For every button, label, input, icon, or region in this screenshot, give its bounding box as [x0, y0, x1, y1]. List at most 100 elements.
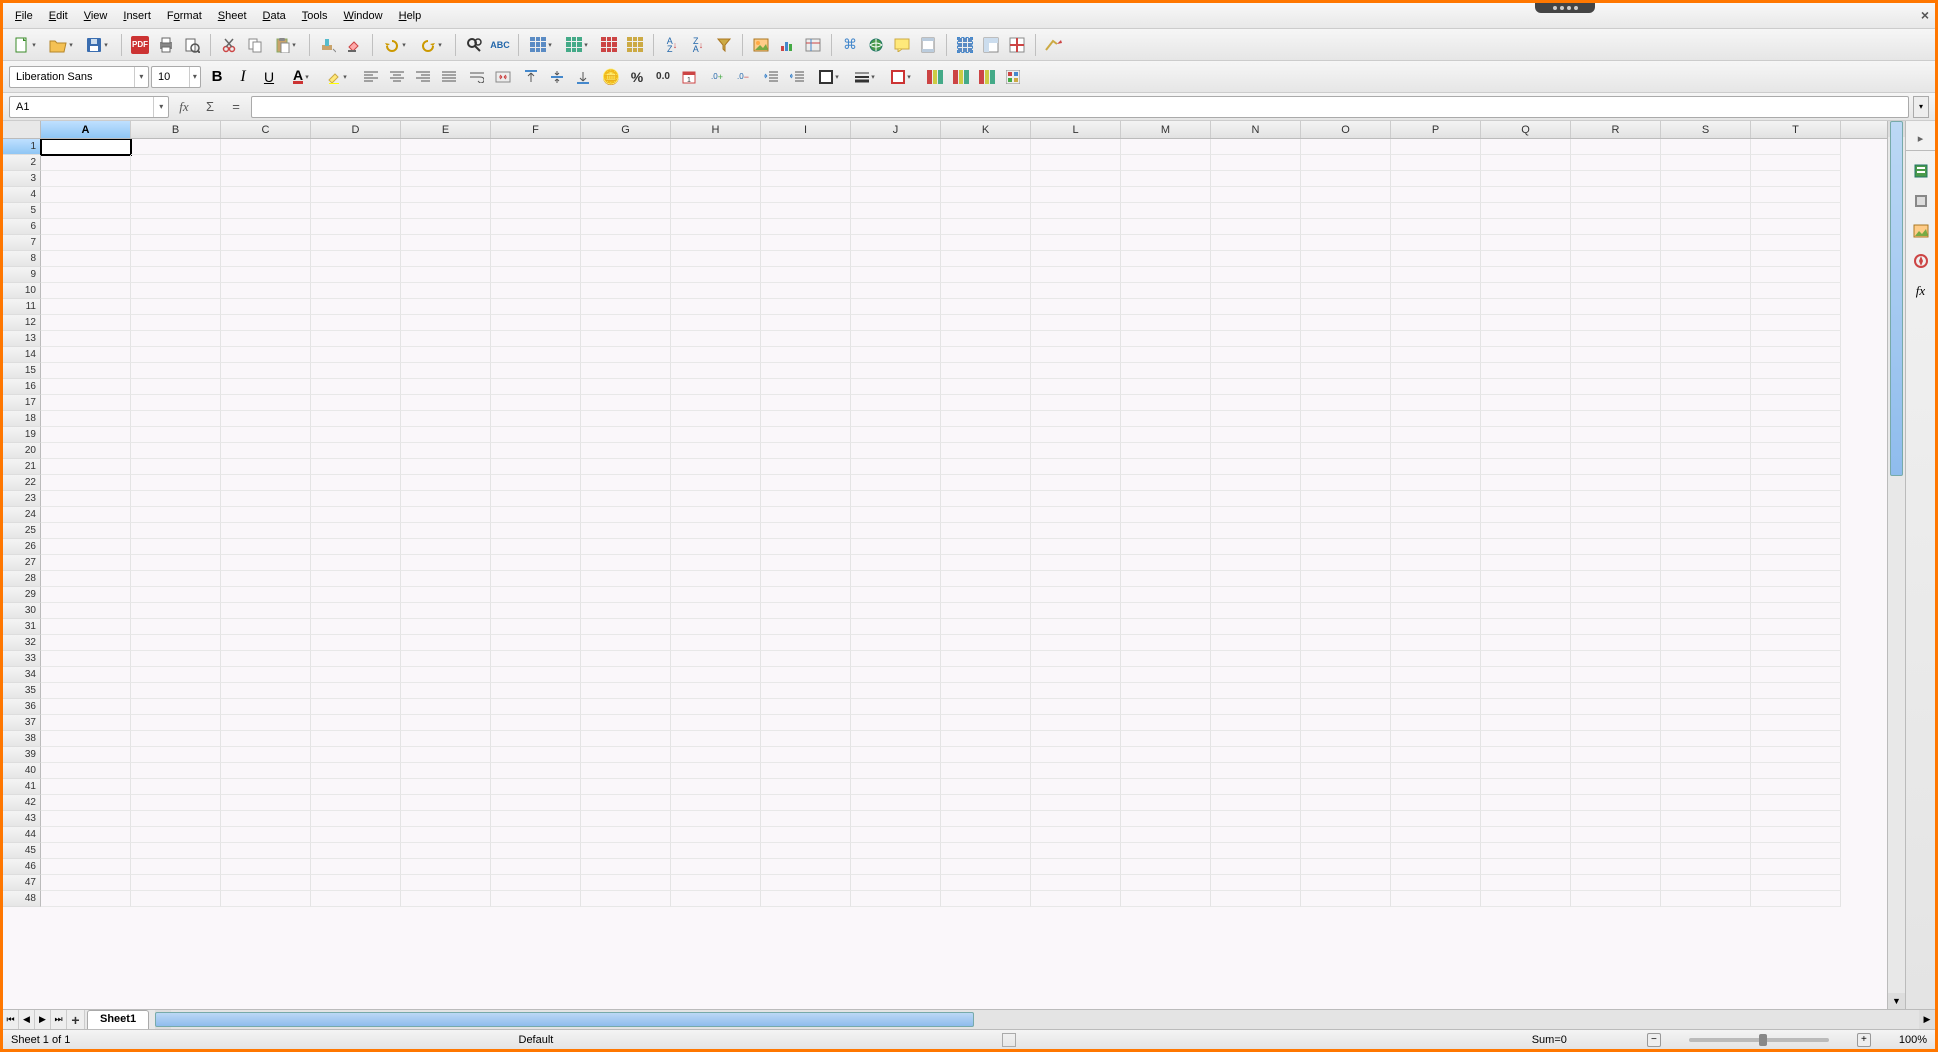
cell[interactable]	[131, 747, 221, 763]
cell[interactable]	[311, 331, 401, 347]
cell[interactable]	[1121, 859, 1211, 875]
cell[interactable]	[1751, 363, 1841, 379]
cell[interactable]	[581, 347, 671, 363]
sidebar-navigator-icon[interactable]	[1911, 251, 1931, 271]
cell[interactable]	[761, 651, 851, 667]
cell[interactable]	[941, 523, 1031, 539]
cell[interactable]	[221, 219, 311, 235]
cell[interactable]	[41, 699, 131, 715]
cell[interactable]	[1391, 283, 1481, 299]
cell[interactable]	[1121, 427, 1211, 443]
cell[interactable]	[1661, 187, 1751, 203]
cell[interactable]	[1031, 235, 1121, 251]
cell[interactable]	[851, 603, 941, 619]
cell[interactable]	[581, 795, 671, 811]
autofilter-button[interactable]	[712, 33, 736, 57]
cell[interactable]	[1481, 747, 1571, 763]
row-header[interactable]: 8	[3, 251, 41, 267]
cell[interactable]	[401, 635, 491, 651]
cell[interactable]	[1121, 843, 1211, 859]
row-header[interactable]: 37	[3, 715, 41, 731]
cell[interactable]	[1391, 619, 1481, 635]
sheet-tab-1[interactable]: Sheet1	[87, 1010, 149, 1029]
cell[interactable]	[851, 539, 941, 555]
cell[interactable]	[581, 491, 671, 507]
column-header[interactable]: E	[401, 121, 491, 138]
cell[interactable]	[41, 619, 131, 635]
cell[interactable]	[671, 587, 761, 603]
align-top-button[interactable]	[519, 65, 543, 89]
row-header[interactable]: 35	[3, 683, 41, 699]
cell[interactable]	[131, 251, 221, 267]
cell[interactable]	[1031, 315, 1121, 331]
row-header[interactable]: 16	[3, 379, 41, 395]
cell[interactable]	[1391, 763, 1481, 779]
row-header[interactable]: 4	[3, 187, 41, 203]
cell[interactable]	[1121, 347, 1211, 363]
cell[interactable]	[311, 763, 401, 779]
cell[interactable]	[941, 379, 1031, 395]
cell[interactable]	[1481, 379, 1571, 395]
cell[interactable]	[1121, 811, 1211, 827]
cell[interactable]	[401, 891, 491, 907]
cell[interactable]	[1301, 859, 1391, 875]
cell[interactable]	[581, 843, 671, 859]
cell[interactable]	[1661, 219, 1751, 235]
cell[interactable]	[401, 779, 491, 795]
cell[interactable]	[221, 203, 311, 219]
cell[interactable]	[1571, 635, 1661, 651]
cell[interactable]	[941, 171, 1031, 187]
cell[interactable]	[1121, 251, 1211, 267]
cell[interactable]	[1031, 203, 1121, 219]
cell[interactable]	[581, 587, 671, 603]
toolbar-drag-handle[interactable]	[1535, 3, 1595, 13]
cell[interactable]	[1751, 395, 1841, 411]
cell[interactable]	[1031, 795, 1121, 811]
cell[interactable]	[1751, 491, 1841, 507]
cell[interactable]	[1571, 571, 1661, 587]
row-header[interactable]: 6	[3, 219, 41, 235]
cell[interactable]	[941, 571, 1031, 587]
cell[interactable]	[761, 731, 851, 747]
cell[interactable]	[1571, 379, 1661, 395]
cell[interactable]	[1211, 827, 1301, 843]
cell[interactable]	[491, 715, 581, 731]
cell[interactable]	[851, 411, 941, 427]
cell[interactable]	[1751, 827, 1841, 843]
cell[interactable]	[1661, 443, 1751, 459]
cell[interactable]	[1301, 155, 1391, 171]
cell[interactable]	[131, 779, 221, 795]
cell[interactable]	[41, 859, 131, 875]
cell[interactable]	[671, 891, 761, 907]
cell[interactable]	[1031, 459, 1121, 475]
cell[interactable]	[131, 827, 221, 843]
cell[interactable]	[1211, 331, 1301, 347]
cell[interactable]	[1121, 523, 1211, 539]
cell[interactable]	[1571, 347, 1661, 363]
cell[interactable]	[1571, 491, 1661, 507]
cell[interactable]	[941, 699, 1031, 715]
cell[interactable]	[1121, 155, 1211, 171]
cell[interactable]	[131, 315, 221, 331]
cell[interactable]	[1211, 187, 1301, 203]
tab-prev-button[interactable]: ◀	[19, 1010, 35, 1029]
cell[interactable]	[761, 763, 851, 779]
cell[interactable]	[761, 635, 851, 651]
formula-input[interactable]	[251, 96, 1909, 118]
cell[interactable]	[401, 699, 491, 715]
cell[interactable]	[941, 139, 1031, 155]
font-name-input[interactable]	[10, 71, 134, 83]
cell[interactable]	[1751, 843, 1841, 859]
cell[interactable]	[1211, 347, 1301, 363]
cell[interactable]	[1571, 315, 1661, 331]
cell[interactable]	[941, 155, 1031, 171]
cell[interactable]	[131, 427, 221, 443]
cell[interactable]	[221, 555, 311, 571]
cell[interactable]	[1031, 731, 1121, 747]
row-header[interactable]: 24	[3, 507, 41, 523]
cell[interactable]	[131, 571, 221, 587]
cell[interactable]	[1751, 779, 1841, 795]
cell[interactable]	[1481, 555, 1571, 571]
cell[interactable]	[941, 203, 1031, 219]
cell[interactable]	[131, 811, 221, 827]
